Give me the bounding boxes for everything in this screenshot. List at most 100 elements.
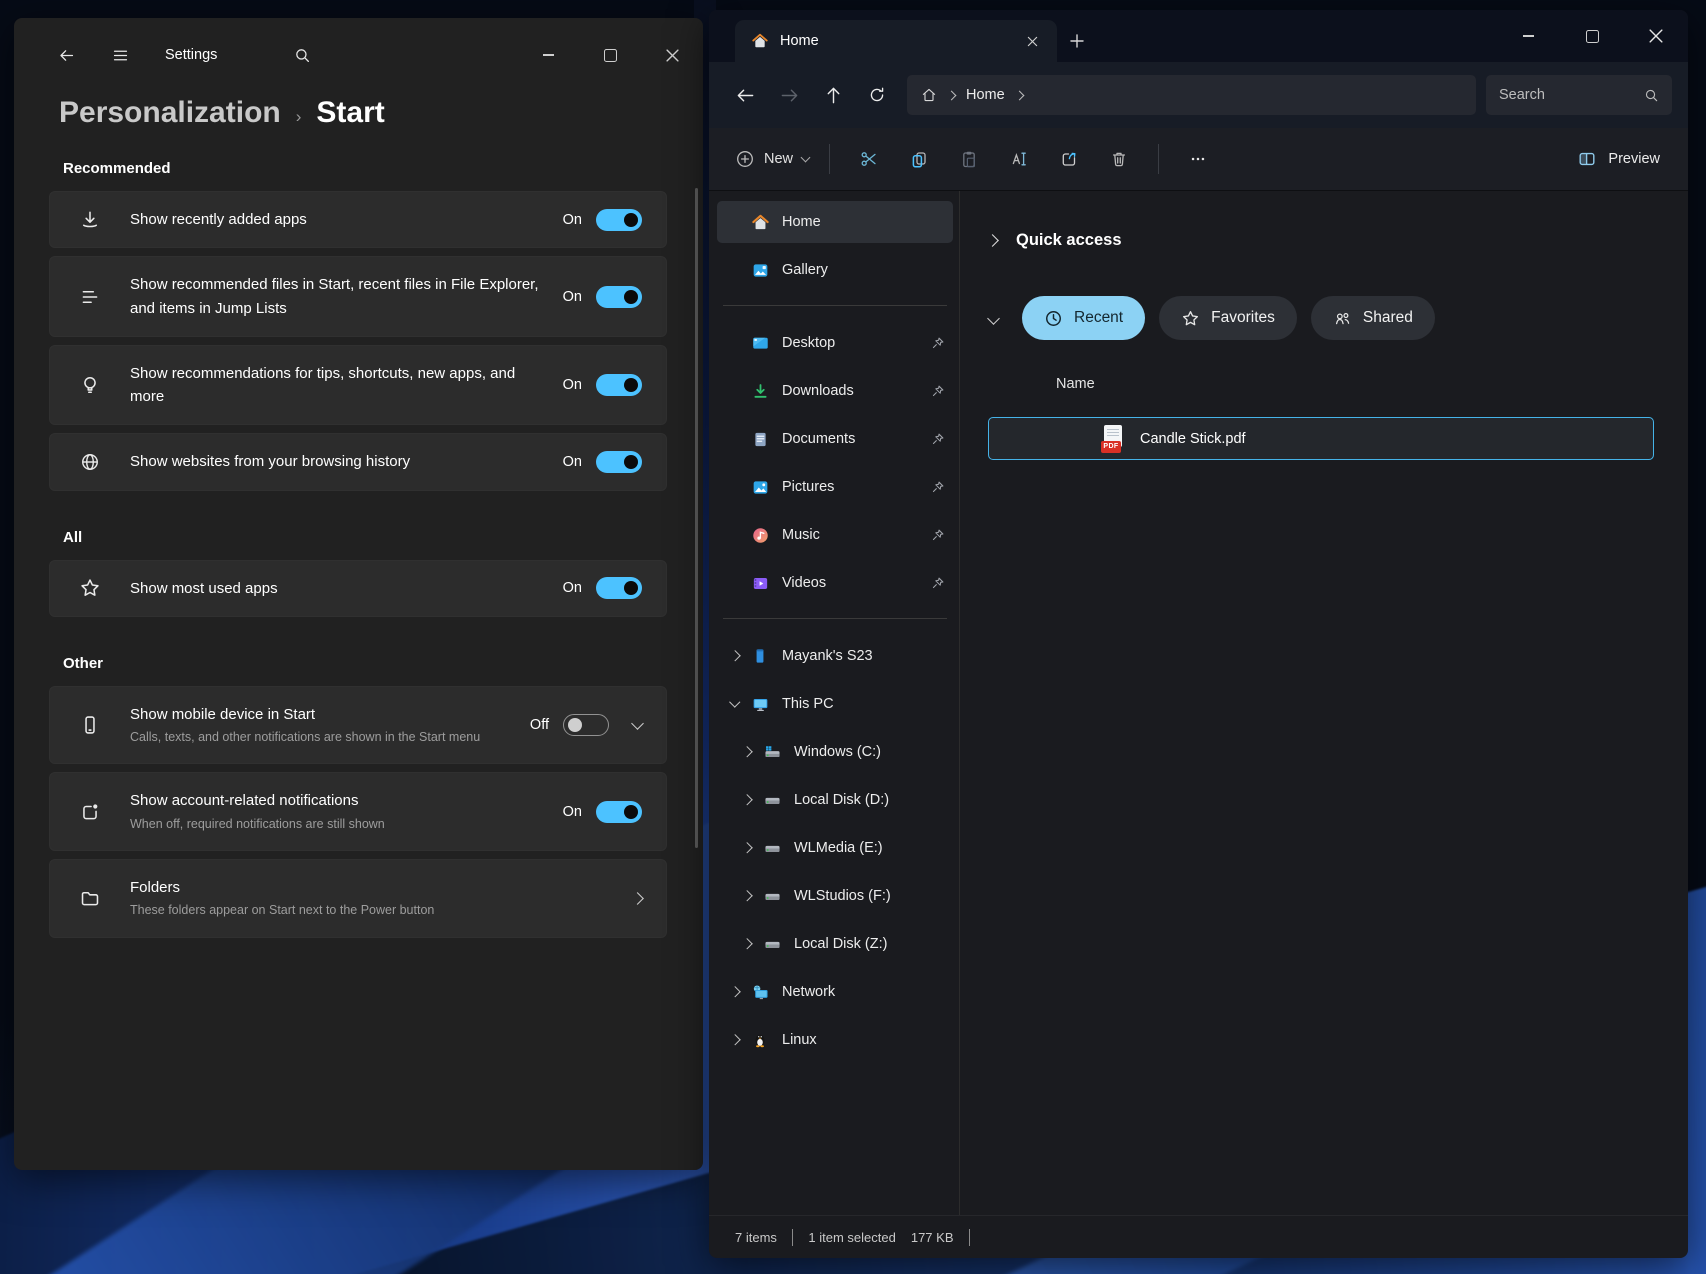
column-header-name[interactable]: Name — [1056, 376, 1095, 392]
settings-window: Settings Personalization › Start Recomme… — [14, 18, 703, 1170]
sidebar-item-music[interactable]: Music — [717, 514, 953, 556]
expand-chevron[interactable] — [723, 988, 747, 996]
globe-icon — [50, 451, 130, 473]
preview-toggle[interactable]: Preview — [1569, 139, 1668, 179]
rename-button[interactable] — [994, 139, 1044, 179]
toggle-state-label: On — [563, 289, 582, 305]
home-icon — [751, 32, 769, 50]
selection-count: 1 item selected — [808, 1230, 895, 1245]
sidebar-item-videos[interactable]: Videos — [717, 562, 953, 604]
settings-search-button[interactable] — [283, 37, 321, 73]
ellipsis-icon — [1189, 150, 1207, 168]
new-tab-button[interactable] — [1057, 20, 1097, 62]
tab-close-button[interactable] — [1017, 27, 1047, 55]
file-row-candle-stick-pdf[interactable]: PDF Candle Stick.pdf — [988, 417, 1654, 460]
sidebar-item-this-pc[interactable]: This PC — [717, 683, 953, 725]
copy-button[interactable] — [894, 139, 944, 179]
maximize-button[interactable] — [1560, 10, 1624, 62]
back-button[interactable] — [47, 37, 85, 73]
sidebar-item-desktop[interactable]: Desktop — [717, 322, 953, 364]
sidebar-item-downloads[interactable]: Downloads — [717, 370, 953, 412]
explorer-tab-home[interactable]: Home — [735, 20, 1057, 62]
breadcrumb-parent[interactable]: Personalization — [59, 96, 281, 130]
filter-shared[interactable]: Shared — [1311, 296, 1435, 340]
sidebar-label: Windows (C:) — [785, 744, 945, 760]
setting-row-folders[interactable]: Folders These folders appear on Start ne… — [49, 859, 667, 938]
new-button[interactable]: New — [729, 139, 815, 179]
delete-button[interactable] — [1094, 139, 1144, 179]
nav-back-button[interactable] — [723, 75, 767, 115]
expand-chevron[interactable] — [735, 892, 759, 900]
expand-chevron[interactable] — [735, 796, 759, 804]
more-options-button[interactable] — [1173, 139, 1223, 179]
share-button[interactable] — [1044, 139, 1094, 179]
minimize-button[interactable] — [1496, 10, 1560, 62]
pin-icon — [931, 432, 945, 446]
sidebar-item-wlstudios-f[interactable]: WLStudios (F:) — [729, 875, 953, 917]
sidebar-item-local-disk-d[interactable]: Local Disk (D:) — [729, 779, 953, 821]
minimize-icon — [543, 54, 554, 56]
nav-forward-button[interactable] — [767, 75, 811, 115]
toggle-recommendations[interactable] — [596, 374, 642, 396]
sidebar-label: WLMedia (E:) — [785, 840, 945, 856]
toggle-account-notifications[interactable] — [596, 801, 642, 823]
sidebar-label: Desktop — [773, 335, 931, 351]
filter-recent[interactable]: Recent — [1022, 296, 1145, 340]
hamburger-menu-button[interactable] — [101, 37, 139, 73]
expand-chevron[interactable] — [735, 940, 759, 948]
this-pc-icon — [747, 695, 773, 714]
address-bar[interactable]: Home — [907, 75, 1476, 115]
expand-chevron[interactable] — [723, 1036, 747, 1044]
section-header-all: All — [63, 529, 667, 546]
sidebar-label: Mayank's S23 — [773, 648, 945, 664]
setting-title: Show most used apps — [130, 577, 547, 600]
setting-row-recommendations: Show recommendations for tips, shortcuts… — [49, 345, 667, 426]
minimize-button[interactable] — [517, 18, 579, 92]
breadcrumb-home[interactable]: Home — [966, 87, 1005, 103]
sidebar-item-wlmedia-e[interactable]: WLMedia (E:) — [729, 827, 953, 869]
chevron-down-icon[interactable] — [987, 312, 1000, 325]
close-button[interactable] — [1624, 10, 1688, 62]
sidebar-label: Local Disk (Z:) — [785, 936, 945, 952]
quick-access-label: Quick access — [1016, 231, 1122, 250]
quick-access-header[interactable]: Quick access — [988, 231, 1654, 250]
toggle-websites[interactable] — [596, 451, 642, 473]
phone-device-icon — [747, 647, 773, 665]
chevron-down-icon[interactable] — [631, 717, 644, 730]
maximize-button[interactable] — [579, 18, 641, 92]
videos-icon — [747, 574, 773, 593]
close-icon — [1649, 29, 1663, 43]
setting-row-mobile-device[interactable]: Show mobile device in Start Calls, texts… — [49, 686, 667, 765]
nav-up-button[interactable] — [811, 75, 855, 115]
sidebar-item-pictures[interactable]: Pictures — [717, 466, 953, 508]
trash-icon — [1109, 149, 1129, 169]
cut-button[interactable] — [844, 139, 894, 179]
sidebar-item-local-disk-z[interactable]: Local Disk (Z:) — [729, 923, 953, 965]
toggle-most-used[interactable] — [596, 577, 642, 599]
filter-favorites[interactable]: Favorites — [1159, 296, 1297, 340]
sidebar-item-documents[interactable]: Documents — [717, 418, 953, 460]
paste-button[interactable] — [944, 139, 994, 179]
sidebar-item-network[interactable]: Network — [717, 971, 953, 1013]
home-icon — [747, 213, 773, 232]
expand-chevron[interactable] — [735, 844, 759, 852]
breadcrumb-separator: › — [296, 107, 302, 127]
toggle-recently-added[interactable] — [596, 209, 642, 231]
collapse-chevron[interactable] — [723, 702, 747, 706]
sidebar-label: Local Disk (D:) — [785, 792, 945, 808]
toggle-mobile-device[interactable] — [563, 714, 609, 736]
close-button[interactable] — [641, 18, 703, 92]
sidebar-item-windows-c[interactable]: Windows (C:) — [729, 731, 953, 773]
expand-chevron[interactable] — [735, 748, 759, 756]
downloads-icon — [747, 382, 773, 401]
toggle-recommended-files[interactable] — [596, 286, 642, 308]
search-box[interactable]: Search — [1486, 75, 1672, 115]
settings-scrollbar[interactable] — [695, 188, 698, 848]
sidebar-item-phone[interactable]: Mayank's S23 — [717, 635, 953, 677]
sidebar-item-linux[interactable]: Linux — [717, 1019, 953, 1061]
sidebar-divider — [723, 618, 947, 619]
sidebar-item-home[interactable]: Home — [717, 201, 953, 243]
expand-chevron[interactable] — [723, 652, 747, 660]
nav-refresh-button[interactable] — [855, 75, 899, 115]
sidebar-item-gallery[interactable]: Gallery — [717, 249, 953, 291]
